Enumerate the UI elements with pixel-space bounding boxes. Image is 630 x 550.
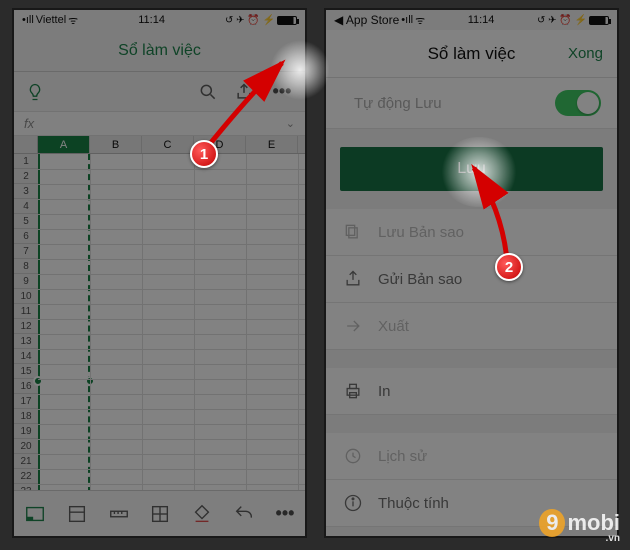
lightbulb-icon[interactable] bbox=[24, 81, 46, 103]
file-menu: Lưu Bản sao Gửi Bản sao Xuất In Lịch sử Thuộc… bbox=[326, 209, 617, 538]
column-headers: A B C D E bbox=[14, 136, 305, 154]
search-icon[interactable] bbox=[197, 81, 219, 103]
wifi-icon: ᯤ bbox=[68, 13, 78, 28]
clock-label: 11:14 bbox=[468, 14, 495, 26]
row-header[interactable]: 5 bbox=[14, 214, 38, 229]
row-header[interactable]: 20 bbox=[14, 439, 38, 454]
status-bar: ◀ App Store •ıll ᯤ 11:14 ↺ ✈ ⏰ ⚡ bbox=[326, 10, 617, 30]
save-button[interactable]: Lưu bbox=[340, 147, 603, 191]
workbook-title: Sổ làm việc bbox=[118, 42, 201, 60]
sheet-title: Sổ làm việc bbox=[428, 44, 516, 64]
copy-icon bbox=[342, 221, 364, 243]
col-B[interactable]: B bbox=[90, 136, 142, 153]
print-icon bbox=[342, 380, 364, 402]
battery-icon bbox=[589, 16, 609, 25]
autosave-label: Tự động Lưu bbox=[354, 95, 442, 112]
status-icons: ↺ ✈ ⏰ ⚡ bbox=[537, 15, 587, 26]
row-header[interactable]: 12 bbox=[14, 319, 38, 334]
menu-item-print[interactable]: In bbox=[326, 368, 617, 415]
step-marker-2: 2 bbox=[495, 253, 523, 281]
row-header[interactable]: 6 bbox=[14, 229, 38, 244]
card-view-icon[interactable] bbox=[63, 500, 91, 528]
col-E[interactable]: E bbox=[246, 136, 298, 153]
row-header[interactable]: 17 bbox=[14, 394, 38, 409]
column-selection bbox=[38, 154, 90, 496]
menu-item-export: Xuất bbox=[326, 303, 617, 350]
bottom-toolbar: ••• bbox=[14, 490, 305, 536]
menu-item-label: Lưu Bản sao bbox=[378, 224, 464, 241]
fill-icon[interactable] bbox=[188, 500, 216, 528]
row-header[interactable]: 2 bbox=[14, 169, 38, 184]
status-icons: ↺ ✈ ⏰ ⚡ bbox=[225, 15, 275, 26]
watermark: 9mobi .vn bbox=[539, 509, 620, 544]
selection-handle[interactable] bbox=[33, 376, 43, 386]
menu-item-label: Lịch sử bbox=[378, 448, 427, 465]
save-button-label: Lưu bbox=[457, 160, 486, 178]
row-header[interactable]: 3 bbox=[14, 184, 38, 199]
chevron-down-icon[interactable]: ⌄ bbox=[286, 117, 295, 130]
row-header[interactable]: 9 bbox=[14, 274, 38, 289]
back-to-appstore[interactable]: ◀ App Store bbox=[334, 13, 399, 27]
signal-icon: •ıll bbox=[22, 14, 34, 26]
wifi-icon: ᯤ bbox=[415, 13, 425, 28]
row-header[interactable]: 7 bbox=[14, 244, 38, 259]
ruler-icon[interactable] bbox=[105, 500, 133, 528]
more-tools-button[interactable]: ••• bbox=[272, 501, 298, 527]
row-headers: 1234567891011121314151617181920212223242… bbox=[14, 154, 38, 496]
undo-icon[interactable] bbox=[230, 500, 258, 528]
formula-bar[interactable]: fx ⌄ bbox=[14, 112, 305, 136]
menu-item-label: Thuộc tính bbox=[378, 495, 449, 512]
clock-label: 11:14 bbox=[138, 14, 165, 26]
status-bar: •ıll Viettel ᯤ 11:14 ↺ ✈ ⏰ ⚡ bbox=[14, 10, 305, 30]
col-C[interactable]: C bbox=[142, 136, 194, 153]
row-header[interactable]: 1 bbox=[14, 154, 38, 169]
row-header[interactable]: 14 bbox=[14, 349, 38, 364]
info-icon bbox=[342, 492, 364, 514]
cell-grid[interactable] bbox=[38, 154, 305, 496]
menu-item-label: In bbox=[378, 383, 391, 400]
carrier-label: Viettel bbox=[36, 14, 66, 26]
row-header[interactable]: 19 bbox=[14, 424, 38, 439]
menu-item-label: Gửi Bản sao bbox=[378, 271, 462, 288]
row-header[interactable]: 4 bbox=[14, 199, 38, 214]
row-header[interactable]: 18 bbox=[14, 409, 38, 424]
more-menu-button[interactable]: ••• bbox=[269, 79, 295, 105]
fx-label: fx bbox=[24, 116, 34, 131]
sheet-tab-icon[interactable] bbox=[21, 500, 49, 528]
export-icon bbox=[342, 315, 364, 337]
done-button[interactable]: Xong bbox=[568, 45, 603, 62]
history-icon bbox=[342, 445, 364, 467]
phone-right: ◀ App Store •ıll ᯤ 11:14 ↺ ✈ ⏰ ⚡ Sổ làm … bbox=[324, 8, 619, 538]
battery-icon bbox=[277, 16, 297, 25]
autosave-row: Tự động Lưu bbox=[326, 78, 617, 129]
share-icon[interactable] bbox=[233, 81, 255, 103]
spreadsheet[interactable]: A B C D E 123456789101112131415161718192… bbox=[14, 136, 305, 496]
col-A[interactable]: A bbox=[38, 136, 90, 153]
workbook-title-bar: Sổ làm việc bbox=[14, 30, 305, 72]
menu-item-history: Lịch sử bbox=[326, 433, 617, 480]
phone-left: •ıll Viettel ᯤ 11:14 ↺ ✈ ⏰ ⚡ Sổ làm việc… bbox=[12, 8, 307, 538]
menu-item-label: Xuất bbox=[378, 318, 409, 335]
row-header[interactable]: 8 bbox=[14, 259, 38, 274]
step-marker-1: 1 bbox=[190, 140, 218, 168]
autosave-toggle[interactable] bbox=[555, 90, 601, 116]
row-header[interactable]: 11 bbox=[14, 304, 38, 319]
toolbar: ••• bbox=[14, 72, 305, 112]
row-header[interactable]: 13 bbox=[14, 334, 38, 349]
signal-icon: •ıll bbox=[401, 14, 413, 26]
menu-item-send[interactable]: Gửi Bản sao bbox=[326, 256, 617, 303]
row-header[interactable]: 21 bbox=[14, 454, 38, 469]
row-header[interactable]: 22 bbox=[14, 469, 38, 484]
table-icon[interactable] bbox=[146, 500, 174, 528]
row-header[interactable]: 10 bbox=[14, 289, 38, 304]
send-icon bbox=[342, 268, 364, 290]
menu-item-copy: Lưu Bản sao bbox=[326, 209, 617, 256]
sheet-header: Sổ làm việc Xong bbox=[326, 30, 617, 78]
